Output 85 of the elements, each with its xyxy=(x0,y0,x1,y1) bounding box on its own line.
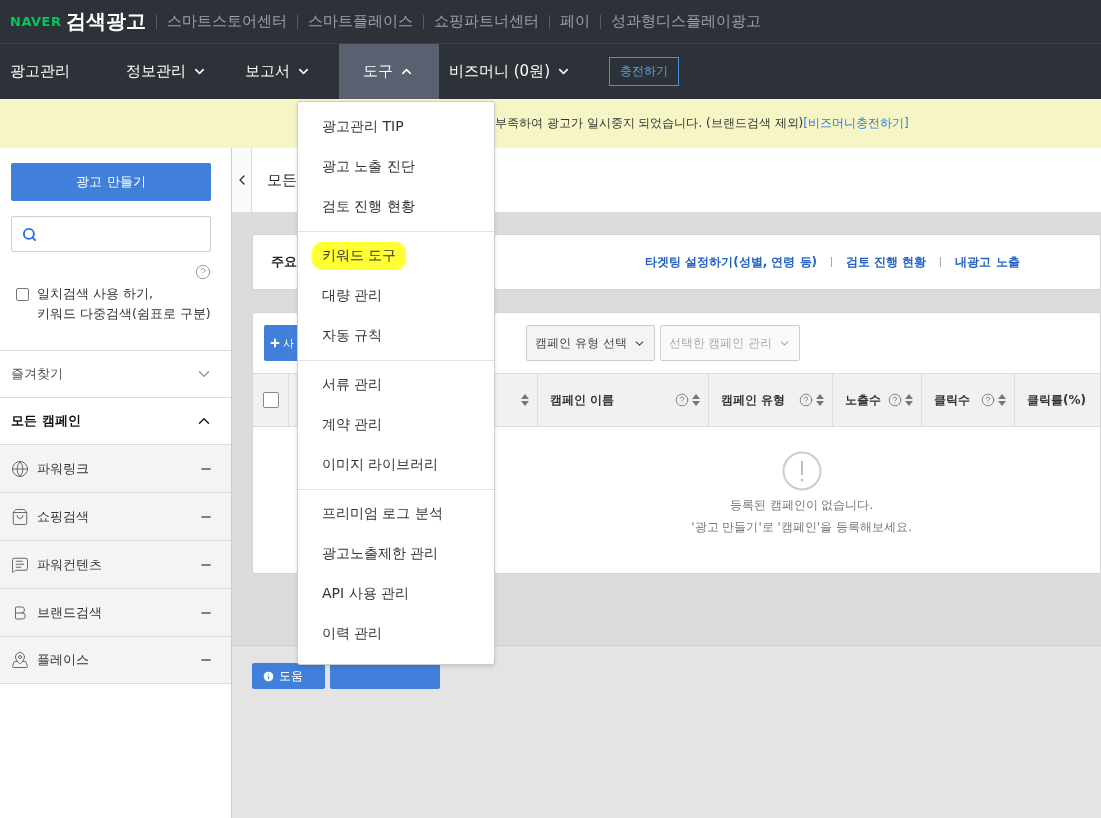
notice-title: 주요 xyxy=(271,253,297,271)
dropdown-item[interactable]: 대량 관리 xyxy=(322,282,383,310)
help-icon[interactable] xyxy=(675,393,689,407)
campaign-type-item[interactable]: 쇼핑검색 xyxy=(0,492,231,540)
page-title: 모든 xyxy=(267,170,297,190)
notice-link[interactable]: 검토 진행 현황 xyxy=(846,253,927,271)
column-label: 클릭수 xyxy=(934,391,971,409)
dropdown-item[interactable]: 키워드 도구 xyxy=(312,242,407,270)
column-header[interactable]: 캠페인 유형 xyxy=(709,374,833,426)
help-icon[interactable] xyxy=(799,393,813,407)
sort-icon[interactable] xyxy=(692,394,700,406)
help-icon[interactable] xyxy=(981,393,995,407)
top-link[interactable]: 페이 xyxy=(559,12,590,31)
campaign-type-item[interactable]: 브랜드검색 xyxy=(0,588,231,636)
dropdown-item[interactable]: API 사용 관리 xyxy=(322,580,410,608)
sort-icon[interactable] xyxy=(816,394,824,406)
sort-icon[interactable] xyxy=(905,394,913,406)
column-header[interactable]: 클릭률(%) xyxy=(1015,374,1101,426)
bag-icon xyxy=(11,507,29,526)
section-label: 모든 캠페인 xyxy=(11,412,81,430)
campaign-type-item[interactable]: 파워링크 xyxy=(0,444,231,492)
column-label: 캠페인 이름 xyxy=(550,391,616,409)
exclamation-circle-icon xyxy=(781,451,822,491)
column-header[interactable]: 클릭수 xyxy=(922,374,1015,426)
dropdown-item[interactable]: 프리미엄 로그 분석 xyxy=(322,500,443,528)
help-icon[interactable] xyxy=(888,393,902,407)
select-all-checkbox[interactable] xyxy=(262,392,279,408)
notice-link[interactable]: 내광고 노출 xyxy=(955,253,1020,271)
column-label: 캠페인 유형 xyxy=(721,391,787,409)
banner-link[interactable]: [비즈머니충전하기] xyxy=(803,116,909,130)
empty-message: '광고 만들기'로 '캠페인'을 등록해보세요. xyxy=(691,519,912,535)
nav-menu-item[interactable]: 정보관리 xyxy=(116,44,227,99)
top-link[interactable]: 스마트스토어센터 xyxy=(166,12,287,31)
dropdown-item[interactable]: 이미지 라이브러리 xyxy=(322,451,439,479)
globe-icon xyxy=(11,459,29,478)
checkbox[interactable] xyxy=(16,288,29,301)
dropdown-item[interactable]: 계약 관리 xyxy=(322,411,383,439)
checkbox-label: 일치검색 사용 하기, 키워드 다중검색(쉼표로 구분) xyxy=(37,285,211,323)
campaign-type-label: 파워컨텐츠 xyxy=(37,555,103,574)
top-link[interactable]: 쇼핑파트너센터 xyxy=(433,12,539,31)
dropdown-item[interactable]: 광고관리 TIP xyxy=(322,113,404,141)
campaign-type-item[interactable]: 파워컨텐츠 xyxy=(0,540,231,588)
campaign-type-label: 파워링크 xyxy=(37,459,90,478)
message-icon xyxy=(11,555,29,574)
column-label: 클릭률(%) xyxy=(1027,391,1087,409)
nav-menu-item[interactable]: 도구 xyxy=(339,44,439,99)
section-label: 즐겨찾기 xyxy=(11,365,63,383)
nav-menu-item[interactable]: 광고관리 xyxy=(0,44,90,99)
column-label: 노출수 xyxy=(845,391,882,409)
sort-icon[interactable] xyxy=(521,394,529,406)
plus-icon xyxy=(269,337,281,349)
banner-message: 부족하여 광고가 일시중지 되었습니다. (브랜드검색 제외)[비즈머니충전하기] xyxy=(495,115,909,132)
top-link[interactable]: 성과형디스플레이광고 xyxy=(610,12,761,31)
campaign-type-label: 쇼핑검색 xyxy=(37,507,90,526)
dropdown-item[interactable]: 자동 규칙 xyxy=(322,322,383,350)
column-header[interactable]: 캠페인 이름 xyxy=(538,374,709,426)
campaign-type-label: 플레이스 xyxy=(37,651,90,669)
create-ad-button[interactable]: 광고 만들기 xyxy=(11,163,211,201)
info-icon xyxy=(262,669,275,683)
top-link[interactable]: 스마트플레이스 xyxy=(307,12,413,31)
nav-menu-item[interactable]: 비즈머니 (0원) xyxy=(439,44,591,99)
campaign-type-select[interactable]: 캠페인 유형 선택 xyxy=(526,325,655,361)
dropdown-item[interactable]: 이력 관리 xyxy=(322,620,383,648)
site-title[interactable]: 검색광고 xyxy=(65,8,146,35)
notice-link[interactable]: 타겟팅 설정하기(성별, 연령 등) xyxy=(645,253,818,271)
charge-button[interactable]: 충전하기 xyxy=(609,57,679,86)
dropdown-item[interactable]: 광고노출제한 관리 xyxy=(322,540,439,568)
footer-button[interactable] xyxy=(330,663,440,689)
campaign-type-label: 브랜드검색 xyxy=(37,603,103,622)
campaign-type-item[interactable]: 플레이스 xyxy=(0,636,231,684)
favorites-section[interactable]: 즐겨찾기 xyxy=(0,350,231,397)
column-header[interactable]: 노출수 xyxy=(833,374,922,426)
dropdown-item[interactable]: 서류 관리 xyxy=(322,371,383,399)
dropdown-item[interactable]: 검토 진행 현황 xyxy=(322,193,415,221)
back-button[interactable] xyxy=(232,148,252,212)
sort-icon[interactable] xyxy=(998,394,1006,406)
help-icon[interactable] xyxy=(195,264,211,280)
naver-logo[interactable]: NAVER xyxy=(10,14,62,29)
search-icon xyxy=(22,226,37,242)
search-field[interactable] xyxy=(11,216,211,252)
map-icon xyxy=(11,651,29,669)
help-button[interactable]: 도움 xyxy=(252,663,325,689)
dropdown-item[interactable]: 광고 노출 진단 xyxy=(322,153,415,181)
empty-message: 등록된 캠페인이 없습니다. xyxy=(729,497,874,513)
nav-menu-item[interactable]: 보고서 xyxy=(235,44,331,99)
